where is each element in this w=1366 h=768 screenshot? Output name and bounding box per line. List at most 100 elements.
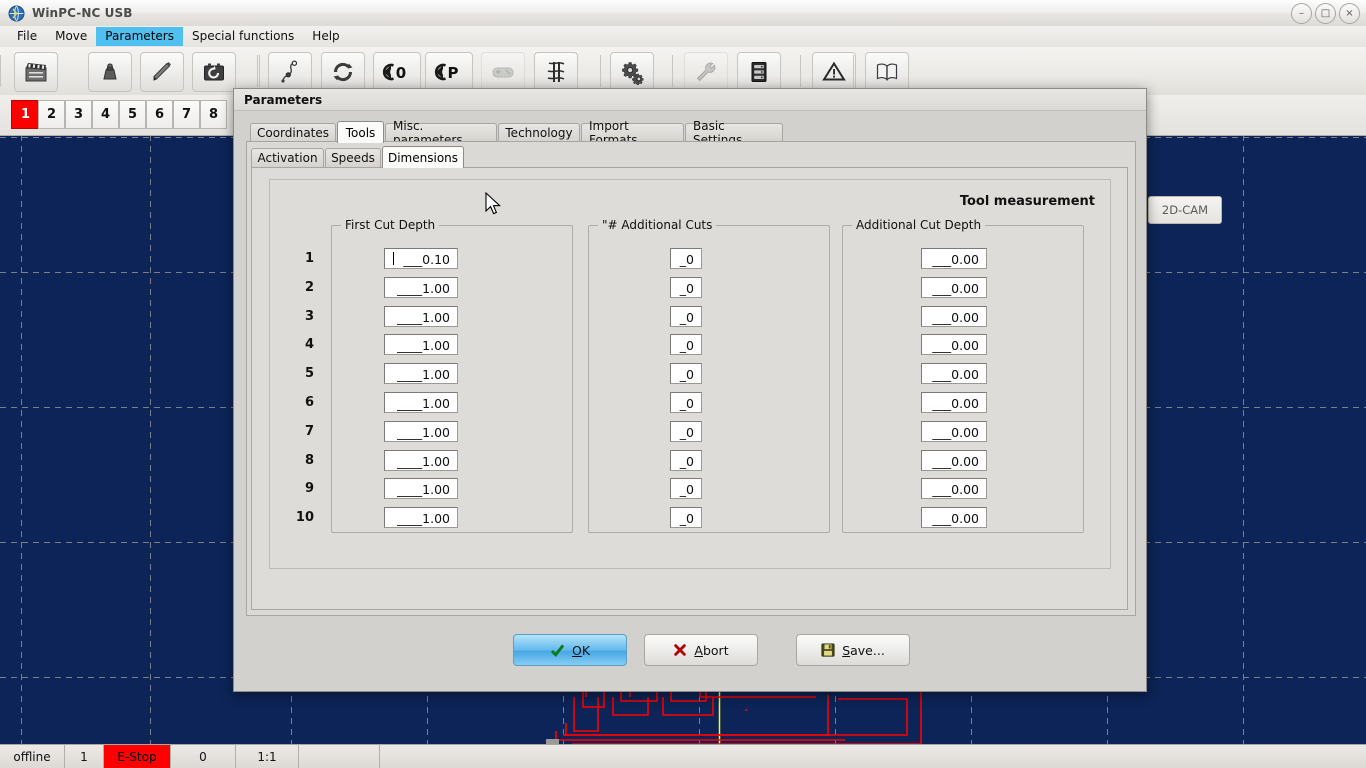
tab-import-formats[interactable]: Import Formats: [581, 119, 684, 147]
toolbar-button-camera-refresh[interactable]: [192, 52, 236, 92]
subtab-activation[interactable]: Activation: [251, 148, 324, 167]
row-label-5: 5: [304, 366, 314, 382]
path-node-icon: [277, 59, 303, 85]
additional-cuts-field-2[interactable]: _0: [670, 276, 702, 298]
tool-number-2[interactable]: 2: [38, 100, 65, 129]
toolbar-button-signpost[interactable]: [534, 52, 578, 92]
additional-cuts-field-8[interactable]: _0: [670, 449, 702, 471]
save-button[interactable]: Save...: [796, 634, 910, 666]
subtab-dimensions[interactable]: Dimensions: [382, 146, 464, 168]
status-cell-offline: offline: [0, 745, 65, 768]
row-label-7: 7: [304, 423, 314, 439]
tool-number-5[interactable]: 5: [119, 100, 146, 129]
subtab-speeds[interactable]: Speeds: [325, 148, 381, 167]
tool-number-4[interactable]: 4: [92, 100, 119, 129]
gears-icon: [619, 59, 645, 85]
additional-cut-depth-field-1[interactable]: ___0.00: [921, 248, 987, 269]
tool-number-6[interactable]: 6: [146, 100, 173, 129]
additional-cut-depth-field-2[interactable]: ___0.00: [921, 276, 987, 298]
dialog-title: Parameters: [234, 89, 1146, 111]
additional-cuts-field-1[interactable]: _0: [670, 248, 702, 269]
toolbar-button-goto-zero[interactable]: 0: [373, 52, 421, 92]
first-cut-depth-field-8[interactable]: ____1.00: [384, 449, 458, 471]
maximize-button[interactable]: □: [1315, 3, 1336, 24]
additional-cut-depth-field-3[interactable]: ___0.00: [921, 305, 987, 327]
additional-cuts-field-10[interactable]: _0: [670, 507, 702, 529]
tool-number-1[interactable]: 1: [11, 100, 40, 129]
additional-cuts-field-3[interactable]: _0: [670, 305, 702, 327]
toolbar-button-goto-park[interactable]: P: [425, 52, 473, 92]
group-label-additional-cut-depth: Additional Cut Depth: [852, 218, 986, 232]
workpiece-icon: [97, 59, 123, 85]
toolbar-button-pencil[interactable]: [140, 52, 184, 92]
tab-coordinates[interactable]: Coordinates: [250, 123, 336, 142]
toolbar-button-workpiece[interactable]: [88, 52, 132, 92]
additional-cut-depth-field-6[interactable]: ___0.00: [921, 392, 987, 413]
first-cut-depth-field-7[interactable]: ____1.00: [384, 420, 458, 442]
tab-technology[interactable]: Technology: [498, 123, 580, 142]
group-additional-cuts: "# Additional Cuts: [588, 218, 830, 533]
additional-cut-depth-field-5[interactable]: ___0.00: [921, 363, 987, 385]
first-cut-depth-field-6[interactable]: ____1.00: [384, 392, 458, 413]
goto-park-icon: P: [432, 59, 466, 85]
dimensions-panel: Tool measurement First Cut Depth "# Addi…: [269, 179, 1111, 569]
first-cut-depth-field-1[interactable]: ___0.10: [384, 248, 458, 269]
toolbar-button-warning[interactable]: [812, 52, 856, 92]
abort-button[interactable]: Abort: [644, 634, 758, 666]
additional-cuts-field-7[interactable]: _0: [670, 420, 702, 442]
check-icon: [550, 643, 565, 658]
menu-bar: File Move Parameters Special functions Help: [0, 26, 1366, 48]
toolbar-button-wrench: [684, 52, 728, 92]
minimize-button[interactable]: –: [1291, 3, 1312, 24]
parameters-dialog: Parameters Coordinates Tools Misc. paramet…: [233, 88, 1147, 692]
additional-cuts-field-6[interactable]: _0: [670, 392, 702, 413]
status-cell-empty: [299, 745, 380, 768]
group-label-first-cut-depth: First Cut Depth: [341, 218, 440, 232]
additional-cut-depth-field-8[interactable]: ___0.00: [921, 449, 987, 471]
additional-cut-depth-field-10[interactable]: ___0.00: [921, 507, 987, 529]
additional-cuts-field-9[interactable]: _0: [670, 478, 702, 500]
toolbar-separator: [800, 55, 801, 87]
tab-tools[interactable]: Tools: [337, 121, 384, 143]
gamepad-icon: [490, 59, 516, 85]
warning-icon: [821, 59, 847, 85]
first-cut-depth-field-3[interactable]: ____1.00: [384, 305, 458, 327]
first-cut-depth-field-10[interactable]: ____1.00: [384, 507, 458, 529]
additional-cuts-field-4[interactable]: _0: [670, 334, 702, 356]
first-cut-depth-field-9[interactable]: ____1.00: [384, 478, 458, 500]
menu-item-file[interactable]: File: [8, 27, 46, 46]
toolbar-button-book[interactable]: [865, 52, 909, 92]
additional-cut-depth-field-9[interactable]: ___0.00: [921, 478, 987, 500]
toolbar-button-rack[interactable]: [737, 52, 781, 92]
toolbar-button-clapperboard[interactable]: [14, 52, 58, 92]
svg-text:P: P: [448, 64, 459, 82]
row-label-2: 2: [304, 279, 314, 295]
first-cut-depth-field-5[interactable]: ____1.00: [384, 363, 458, 385]
additional-cuts-field-5[interactable]: _0: [670, 363, 702, 385]
toolbar-button-path-node[interactable]: [268, 52, 312, 92]
2d-cam-button[interactable]: 2D-CAM: [1148, 196, 1222, 224]
first-cut-depth-field-4[interactable]: ____1.00: [384, 334, 458, 356]
toolbar-button-gamepad: [481, 52, 525, 92]
tool-number-7[interactable]: 7: [173, 100, 200, 129]
first-cut-depth-field-2[interactable]: ____1.00: [384, 276, 458, 298]
row-label-6: 6: [304, 395, 314, 410]
wrench-icon: [693, 59, 719, 85]
menu-item-help[interactable]: Help: [303, 27, 348, 46]
tab-basic-settings[interactable]: Basic Settings: [685, 119, 783, 147]
menu-item-parameters[interactable]: Parameters: [96, 27, 183, 46]
cross-icon: [673, 643, 687, 657]
ok-button[interactable]: OK: [513, 634, 627, 666]
toolbar-button-gears[interactable]: [610, 52, 654, 92]
menu-item-move[interactable]: Move: [46, 27, 96, 46]
menu-item-special-functions[interactable]: Special functions: [183, 27, 303, 46]
additional-cut-depth-field-4[interactable]: ___0.00: [921, 334, 987, 356]
tool-number-3[interactable]: 3: [65, 100, 92, 129]
tab-misc-parameters[interactable]: Misc. parameters: [385, 119, 497, 147]
toolbar-button-rotate[interactable]: [321, 52, 365, 92]
additional-cut-depth-field-7[interactable]: ___0.00: [921, 420, 987, 442]
dimensions-tab-pane: Tool measurement First Cut Depth "# Addi…: [251, 167, 1128, 610]
close-button[interactable]: ×: [1339, 3, 1360, 24]
rotate-icon: [330, 59, 356, 85]
tool-number-8[interactable]: 8: [200, 100, 227, 129]
